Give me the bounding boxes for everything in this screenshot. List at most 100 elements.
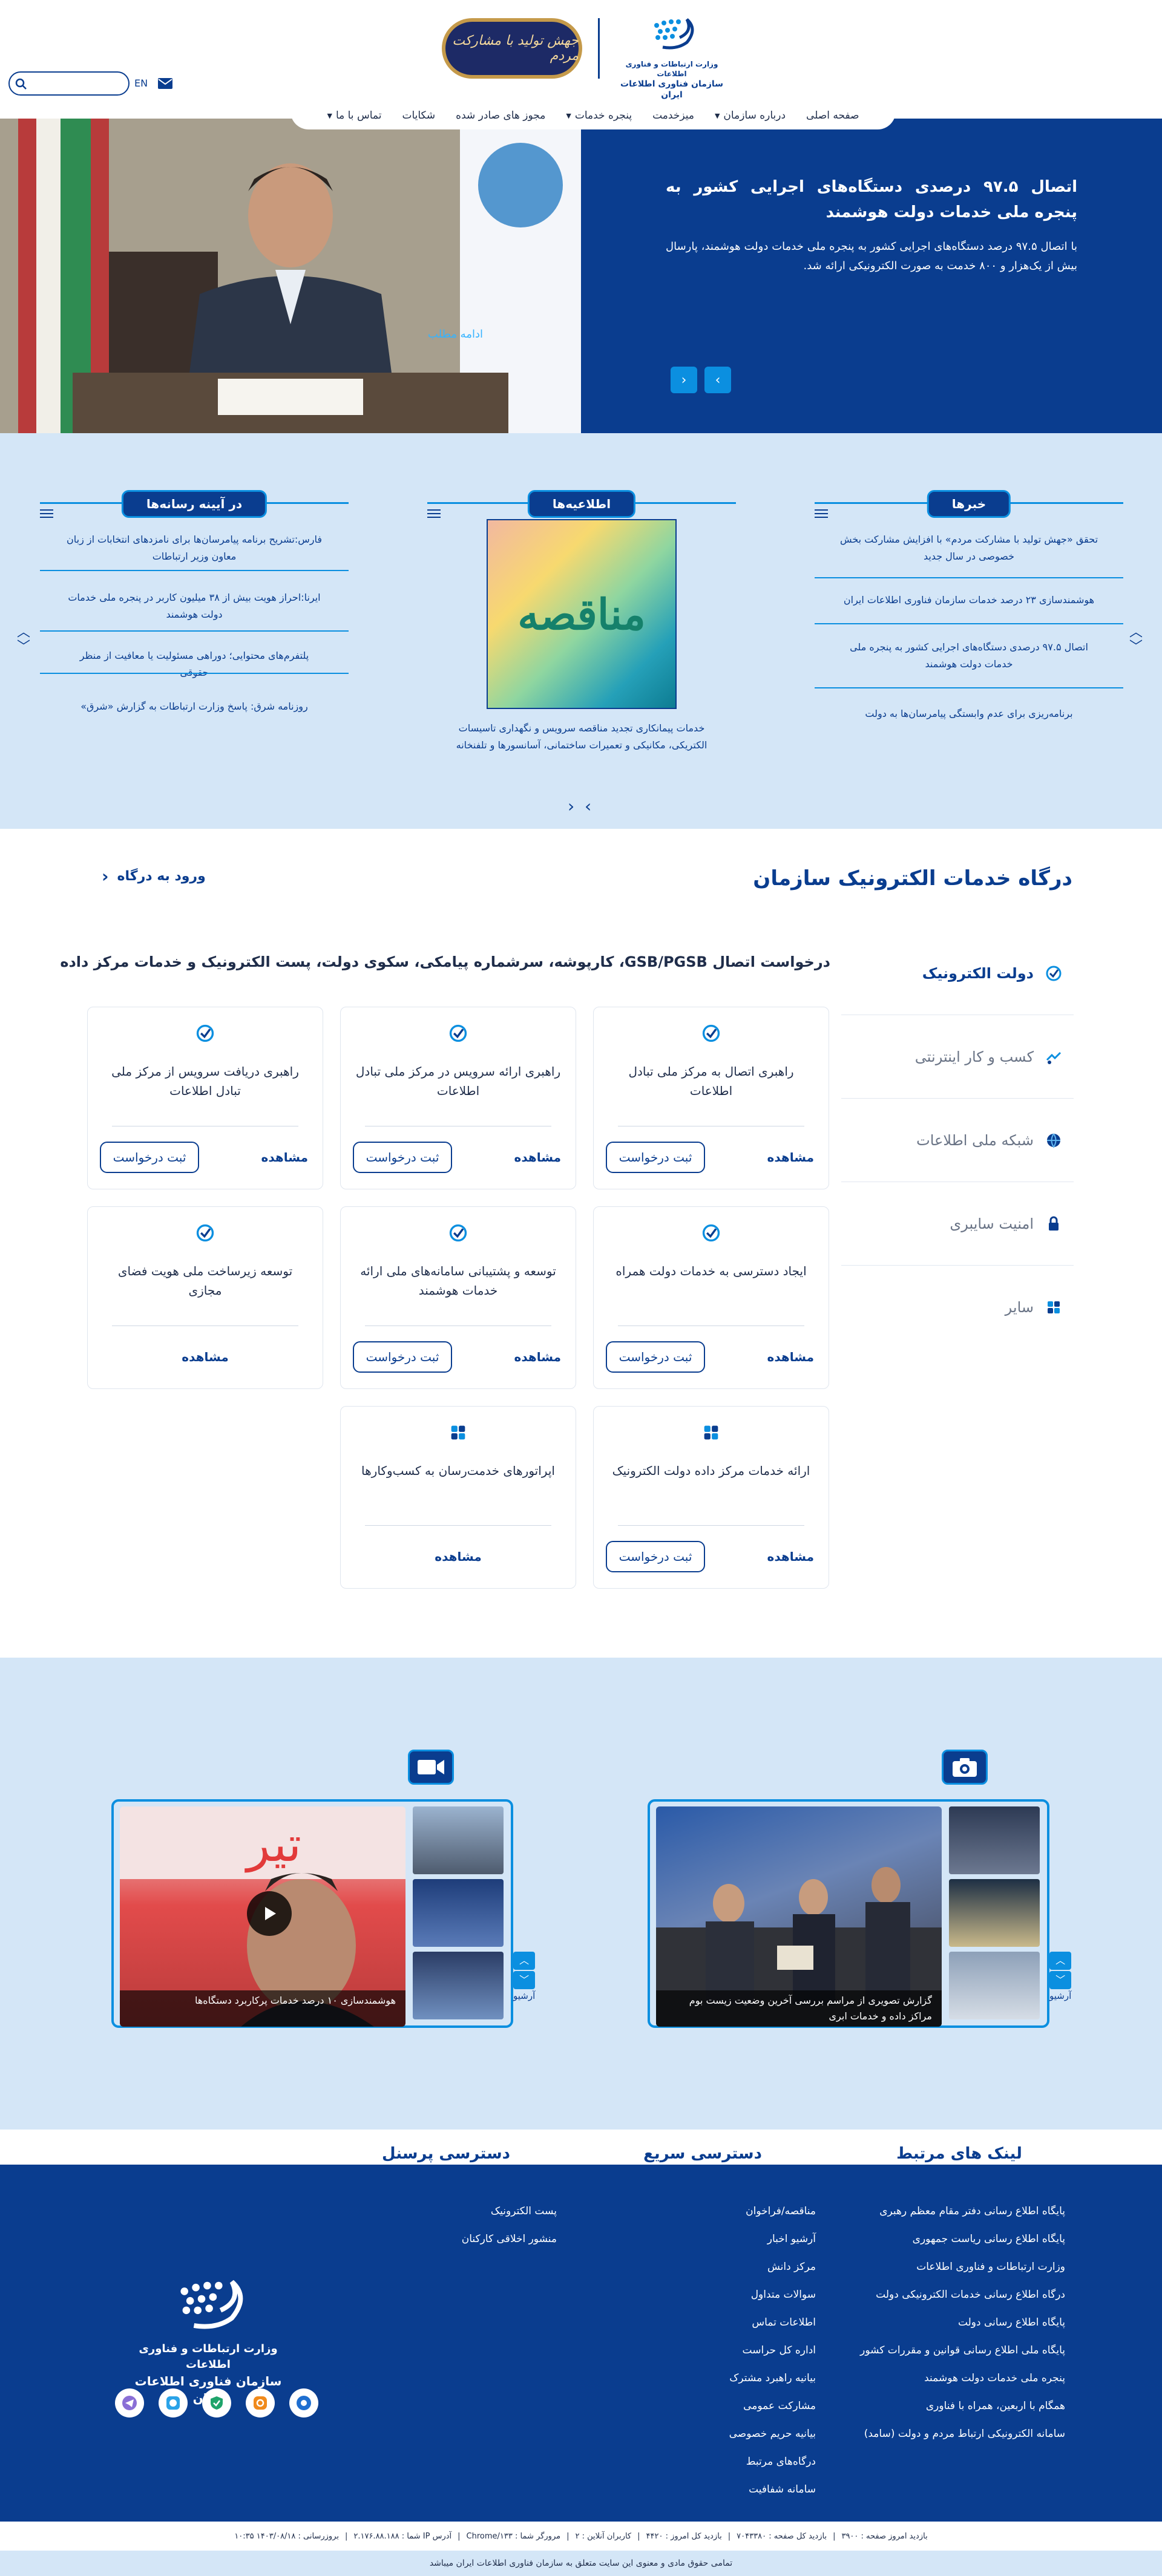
request-button[interactable]: ثبت درخواست <box>353 1341 452 1373</box>
footer-link[interactable]: وزارت ارتباطات و فناوری اطلاعات <box>835 2253 1065 2281</box>
service-card[interactable]: راهبری دریافت سرویس از مرکز ملی تبادل اط… <box>87 1007 323 1189</box>
view-link[interactable]: مشاهده <box>767 1350 814 1364</box>
footer-link[interactable]: پایگاه اطلاع رسانی ریاست جمهوری <box>835 2225 1065 2253</box>
service-card[interactable]: توسعه زیرساخت ملی هویت فضای مجازی مشاهده <box>87 1206 323 1389</box>
service-card[interactable]: توسعه و پشتیبانی سامانه‌های ملی ارائه خد… <box>340 1206 576 1389</box>
chevron-up-icon[interactable]: ︿ <box>513 1952 536 1970</box>
announcements-panel-tab[interactable]: اطلاعیه‌ها <box>527 490 636 518</box>
announcement-caption[interactable]: خدمات پیمانکاری تجدید مناقصه سرویس و نگه… <box>442 720 721 754</box>
search-input[interactable] <box>30 79 121 88</box>
hero-photo[interactable] <box>0 119 581 433</box>
footer-link[interactable]: پنجره ملی خدمات دولت هوشمند <box>835 2364 1065 2392</box>
read-more-link[interactable]: ادامه مطلب <box>428 328 483 341</box>
eitaa-icon[interactable] <box>246 2388 275 2417</box>
messenger-icon[interactable] <box>159 2388 188 2417</box>
press-item[interactable]: روزنامه شرق: پاسخ وزارت ارتباطات به گزار… <box>40 698 349 715</box>
footer-link[interactable]: اداره کل حراست <box>634 2336 816 2364</box>
video-archive-control[interactable]: ︿ ﹀ آرشیو <box>513 1950 535 2001</box>
nav-service-window[interactable]: پنجره خدمات ▼ <box>566 110 632 122</box>
footer-link[interactable]: سوالات متداول <box>634 2281 816 2309</box>
view-link[interactable]: مشاهده <box>767 1150 814 1165</box>
service-card[interactable]: راهبری ارائه سرویس در مرکز ملی تبادل اطل… <box>340 1007 576 1189</box>
photo-caption[interactable]: گزارش تصویری از مراسم بررسی آخرین وضعیت … <box>656 1990 942 2027</box>
press-panel-tab[interactable]: در آیینه رسانه‌ها <box>121 490 268 518</box>
tab-other[interactable]: سایر <box>841 1266 1074 1349</box>
mail-icon[interactable] <box>157 77 173 90</box>
search-icon[interactable] <box>15 77 28 91</box>
chevron-down-icon[interactable]: ﹀ <box>17 640 30 655</box>
view-link[interactable]: مشاهده <box>435 1549 481 1564</box>
tab-internet-business[interactable]: کسب و کار اینترنتی <box>841 1015 1074 1099</box>
service-card[interactable]: اپراتورهای خدمت‌رسان به کسب‌وکارها مشاهد… <box>340 1406 576 1589</box>
chevron-up-icon[interactable]: ︿ <box>1129 626 1143 640</box>
footer-link[interactable]: آرشیو اخبار <box>634 2225 816 2253</box>
chevron-down-icon[interactable]: ﹀ <box>1049 1971 1072 1989</box>
nav-licenses[interactable]: مجوز های صادر شده <box>456 110 545 122</box>
footer-link[interactable]: پایگاه ملی اطلاع رسانی قوانین و مقررات ک… <box>835 2336 1065 2364</box>
telegram-icon[interactable] <box>115 2388 144 2417</box>
footer-link[interactable]: درگاه‌های مرتبط <box>634 2448 816 2476</box>
view-link[interactable]: مشاهده <box>261 1150 308 1165</box>
footer-link[interactable]: همگام با اربعین، همراه با فناوری <box>835 2392 1065 2420</box>
portal-link[interactable]: ورود به درگاه ‹ <box>102 866 206 886</box>
request-button[interactable]: ثبت درخواست <box>100 1142 199 1173</box>
play-button-icon[interactable] <box>247 1891 292 1936</box>
nav-complaints[interactable]: شکایات <box>402 110 435 122</box>
chevron-down-icon[interactable]: ﹀ <box>1129 640 1143 655</box>
footer-link[interactable]: اطلاعات تماس <box>634 2309 816 2336</box>
service-card[interactable]: ایجاد دسترسی به خدمات دولت همراه مشاهده … <box>593 1206 829 1389</box>
chevron-left-icon[interactable]: ‹ <box>568 796 574 816</box>
request-button[interactable]: ثبت درخواست <box>353 1142 452 1173</box>
footer-link[interactable]: سامانه شفافیت <box>634 2476 816 2503</box>
footer-link[interactable]: مرکز دانش <box>634 2253 816 2281</box>
photo-thumbnail[interactable] <box>949 1952 1040 2019</box>
news-panel-tab[interactable]: خبرها <box>927 490 1011 518</box>
tab-national-network[interactable]: شبکه ملی اطلاعات <box>841 1099 1074 1182</box>
news-item[interactable]: هوشمندسازی ۲۳ درصد خدمات سازمان فناوری ا… <box>815 592 1123 609</box>
view-link[interactable]: مشاهده <box>514 1150 561 1165</box>
footer-link[interactable]: پایگاه اطلاع رسانی دولت <box>835 2309 1065 2336</box>
tender-image[interactable]: مناقصه <box>487 519 677 709</box>
press-item[interactable]: فارس:تشریح برنامه پیامرسان‌ها برای نامزد… <box>40 531 349 565</box>
service-card[interactable]: ارائه خدمات مرکز داده دولت الکترونیک مشا… <box>593 1406 829 1589</box>
footer-link[interactable]: بیانیه حریم خصوصی <box>634 2420 816 2448</box>
footer-link[interactable]: درگاه اطلاع رسانی خدمات الکترونیکی دولت <box>835 2281 1065 2309</box>
view-link[interactable]: مشاهده <box>182 1350 228 1364</box>
search-box[interactable] <box>8 71 130 96</box>
video-thumbnail[interactable] <box>413 1879 504 1947</box>
org-logo[interactable]: وزارت ارتباطات و فناوری اطلاعات سازمان ف… <box>611 13 732 100</box>
video-caption[interactable]: هوشمندسازی ۱۰ درصد خدمات پرکاربرد دستگاه… <box>120 1990 405 2027</box>
footer-link[interactable]: مناقصه/فراخوان <box>634 2197 816 2225</box>
news-item[interactable]: تحقق «جهش تولید با مشارکت مردم» با افزای… <box>815 531 1123 565</box>
footer-link[interactable]: منشور اخلاقی کارکنان <box>375 2225 557 2253</box>
news-item[interactable]: اتصال ۹۷.۵ درصدی دستگاه‌های اجرایی کشور … <box>815 639 1123 673</box>
nav-service-desk[interactable]: میزخدمت <box>652 110 694 122</box>
footer-link[interactable]: سامانه الکترونیکی ارتباط مردم و دولت (سا… <box>835 2420 1065 2448</box>
hero-title[interactable]: اتصال ۹۷.۵ درصدی دستگاه‌های اجرایی کشور … <box>666 174 1077 225</box>
nav-contact[interactable]: تماس با ما ▼ <box>327 110 381 122</box>
footer-link[interactable]: مشارکت عمومی <box>634 2392 816 2420</box>
video-thumbnail[interactable] <box>413 1952 504 2019</box>
request-button[interactable]: ثبت درخواست <box>606 1142 705 1173</box>
press-item[interactable]: ایرنا:احراز هویت بیش از ۳۸ میلیون کاربر … <box>40 589 349 623</box>
aparat-icon[interactable] <box>289 2388 318 2417</box>
news-scroll-arrows[interactable]: ︿ ﹀ <box>1129 626 1143 655</box>
request-button[interactable]: ثبت درخواست <box>606 1341 705 1373</box>
view-link[interactable]: مشاهده <box>767 1549 814 1564</box>
photo-thumbnail[interactable] <box>949 1879 1040 1947</box>
nav-about[interactable]: درباره سازمان ▼ <box>715 110 786 122</box>
chevron-right-icon[interactable]: › <box>585 796 591 816</box>
video-gallery-main[interactable]: تیر هوشمندسازی ۱۰ درصد خدمات پرکاربرد دس… <box>120 1806 405 2027</box>
footer-link[interactable]: پایگاه اطلاع رسانی دفتر مقام معظم رهبری <box>835 2197 1065 2225</box>
photo-archive-control[interactable]: ︿ ﹀ آرشیو <box>1049 1950 1071 2001</box>
chevron-down-icon[interactable]: ﹀ <box>513 1971 536 1989</box>
view-link[interactable]: مشاهده <box>514 1350 561 1364</box>
menu-icon[interactable] <box>40 508 54 519</box>
tab-cyber-security[interactable]: امنیت سایبری <box>841 1182 1074 1266</box>
hero-next-button[interactable]: ‹ <box>671 367 697 393</box>
archive-link[interactable]: آرشیو <box>1049 1990 1071 2001</box>
nav-home[interactable]: صفحه اصلی <box>806 110 859 122</box>
service-card[interactable]: راهبری اتصال به مرکز ملی تبادل اطلاعات م… <box>593 1007 829 1189</box>
footer-link[interactable]: بیانیه راهبرد مشترک <box>634 2364 816 2392</box>
menu-icon[interactable] <box>427 508 442 519</box>
